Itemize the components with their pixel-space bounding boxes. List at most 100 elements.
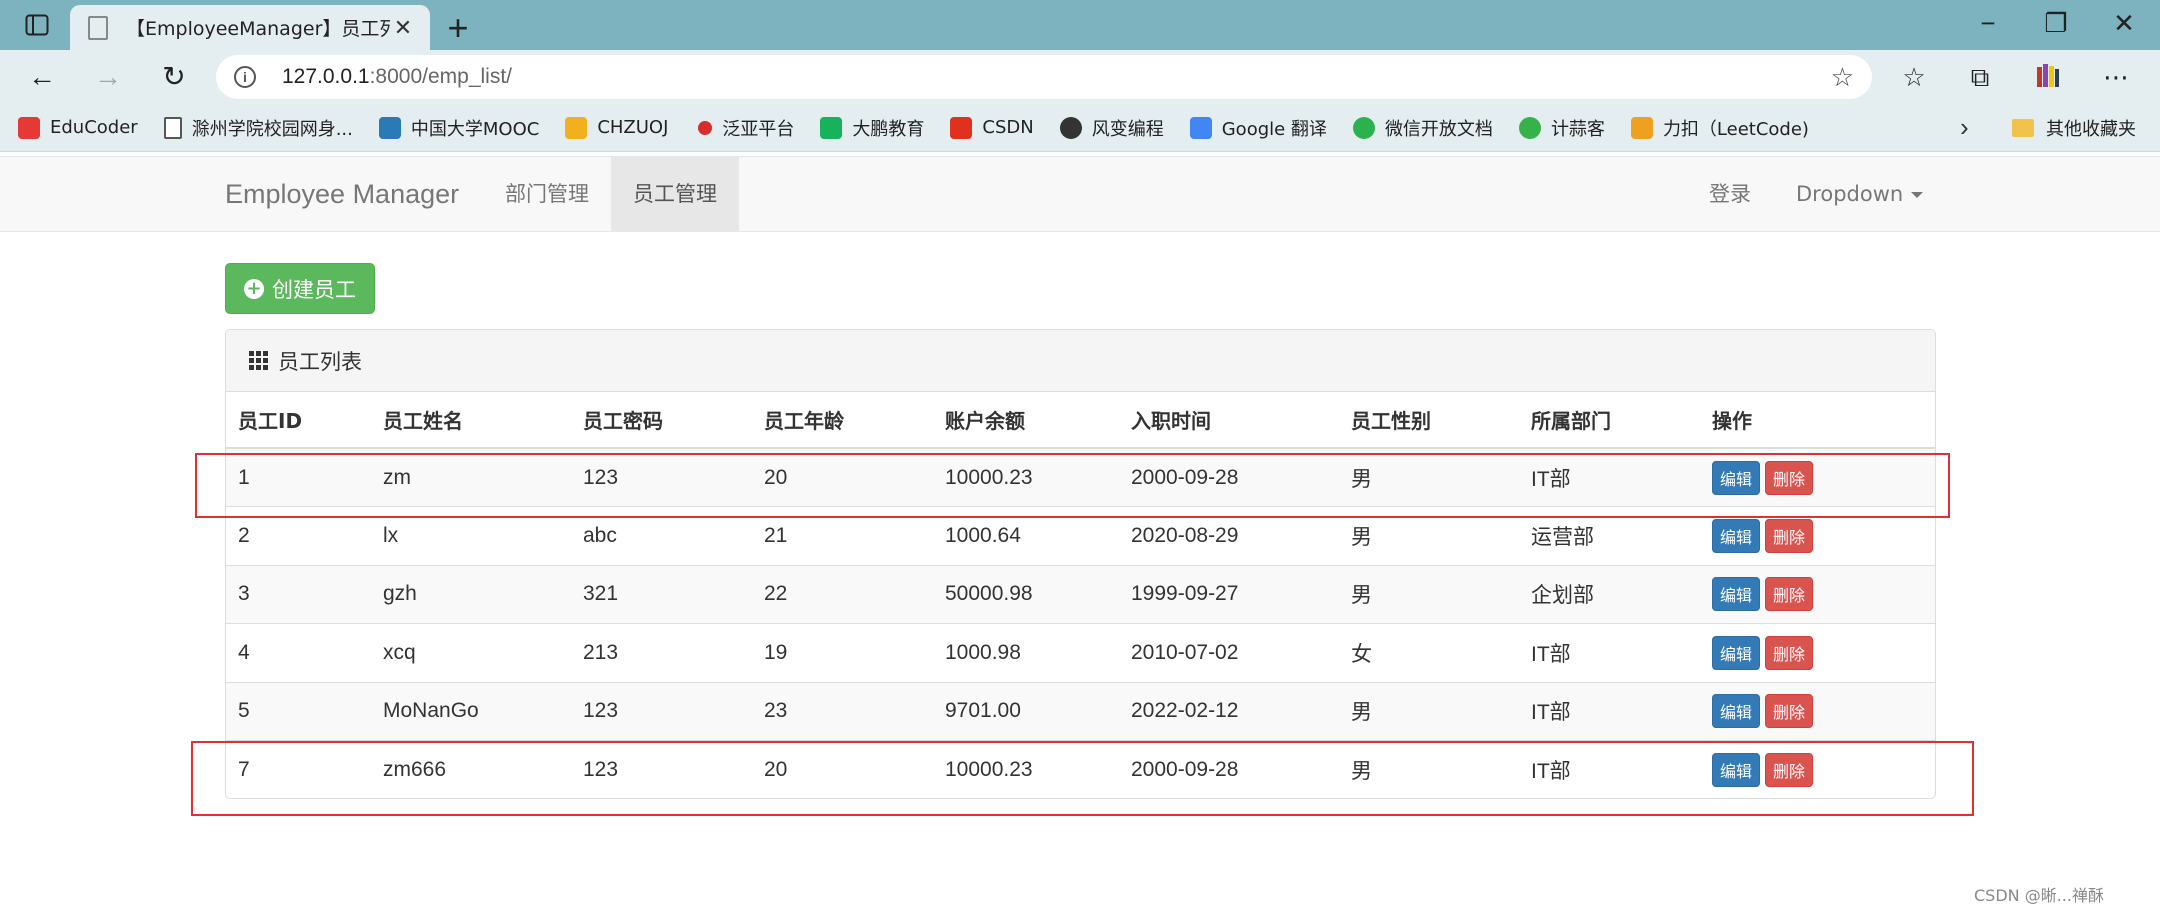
- employee-list-panel: 员工列表 员工ID 员工姓名 员工密码 员工年龄 账户余额 入职时间 员工性别 …: [225, 329, 1936, 799]
- header-actions: 操作: [1700, 392, 1935, 449]
- delete-button[interactable]: 删除: [1765, 577, 1814, 612]
- edit-button[interactable]: 编辑: [1712, 518, 1761, 553]
- restore-button[interactable]: ❐: [2036, 8, 2076, 39]
- minimize-button[interactable]: −: [1968, 8, 2008, 39]
- cell-age: 22: [752, 564, 933, 624]
- cell-department: 企划部: [1519, 564, 1700, 624]
- navbar-brand[interactable]: Employee Manager: [225, 179, 459, 210]
- cell-department: IT部: [1519, 623, 1700, 682]
- nav-item-departments[interactable]: 部门管理: [483, 157, 611, 232]
- header-name: 员工姓名: [371, 392, 571, 449]
- highlight-box-row-1: [195, 453, 1950, 518]
- bookmark-chzuoj[interactable]: CHZUOJ: [565, 116, 668, 139]
- folder-icon: [2012, 119, 2034, 137]
- cell-id: 5: [226, 681, 371, 741]
- bookmark-educoder[interactable]: EduCoder: [18, 116, 138, 139]
- address-bar-row: ← → ↻ i 127.0.0.1:8000/emp_list/ ☆ ☆ ⧉ ⋯: [0, 50, 2160, 104]
- page-icon: [88, 15, 108, 40]
- watermark: CSDN @晰...禅酥: [1974, 886, 2104, 905]
- refresh-icon[interactable]: ↻: [156, 61, 192, 93]
- cell-actions: 编辑 删除: [1700, 681, 1935, 741]
- cell-gender: 男: [1339, 681, 1519, 741]
- plus-circle-icon: +: [244, 278, 264, 299]
- bookmark-mooc[interactable]: 中国大学MOOC: [378, 115, 539, 141]
- site-info-icon[interactable]: i: [234, 66, 256, 88]
- favorites-icon[interactable]: ☆: [1896, 61, 1932, 93]
- new-tab-button[interactable]: +: [440, 7, 476, 49]
- close-tab-icon[interactable]: ✕: [390, 15, 416, 41]
- header-password: 员工密码: [571, 392, 752, 449]
- table-row: 5 MoNanGo 123 23 9701.00 2022-02-12 男 IT…: [226, 681, 1935, 741]
- bookmark-fengbian[interactable]: 风变编程: [1059, 115, 1164, 141]
- app-navbar: Employee Manager 部门管理 员工管理 登录 Dropdown: [0, 156, 2160, 232]
- cell-age: 23: [752, 681, 933, 741]
- delete-button[interactable]: 删除: [1765, 694, 1814, 729]
- edit-button[interactable]: 编辑: [1712, 635, 1761, 670]
- header-id: 员工ID: [226, 392, 371, 449]
- nav-item-employees[interactable]: 员工管理: [611, 157, 739, 232]
- bookmark-jisuanke[interactable]: 计蒜客: [1518, 115, 1605, 141]
- other-bookmarks-folder[interactable]: 其他收藏夹: [2012, 104, 2136, 152]
- login-link[interactable]: 登录: [1687, 157, 1773, 232]
- cell-id: 4: [226, 623, 371, 682]
- cell-hire-date: 1999-09-27: [1119, 564, 1339, 624]
- more-menu-icon[interactable]: ⋯: [2098, 61, 2134, 93]
- caret-down-icon: [1911, 192, 1924, 198]
- cell-actions: 编辑 删除: [1700, 564, 1935, 624]
- header-balance: 账户余额: [933, 392, 1119, 449]
- forward-icon[interactable]: →: [90, 61, 126, 93]
- bookmark-leetcode[interactable]: 力扣（LeetCode): [1630, 115, 1809, 141]
- cell-password: 321: [571, 564, 752, 624]
- dropdown-label: Dropdown: [1796, 182, 1904, 206]
- cell-hire-date: 2022-02-12: [1119, 681, 1339, 741]
- delete-button[interactable]: 删除: [1765, 518, 1814, 553]
- highlight-box-row-7: [191, 741, 1974, 816]
- close-window-button[interactable]: ✕: [2104, 8, 2144, 39]
- bookmark-google-translate[interactable]: Google 翻译: [1189, 115, 1327, 141]
- grid-icon: [249, 351, 268, 370]
- add-favorite-icon[interactable]: ☆: [1831, 62, 1854, 93]
- tab-title: 【EmployeeManager】员工列表: [126, 18, 390, 40]
- cell-password: 123: [571, 681, 752, 741]
- cell-name: gzh: [371, 564, 571, 624]
- create-employee-button[interactable]: + 创建员工: [225, 263, 375, 314]
- cell-balance: 50000.98: [933, 564, 1119, 624]
- cell-hire-date: 2010-07-02: [1119, 623, 1339, 682]
- bookmark-fanya[interactable]: 泛亚平台: [694, 115, 794, 141]
- bookmark-csdn[interactable]: CSDN: [950, 116, 1034, 139]
- cell-password: 213: [571, 623, 752, 682]
- back-icon[interactable]: ←: [24, 61, 60, 93]
- cell-gender: 女: [1339, 623, 1519, 682]
- table-row: 4 xcq 213 19 1000.98 2010-07-02 女 IT部 编辑…: [226, 623, 1935, 682]
- header-gender: 员工性别: [1339, 392, 1519, 449]
- chevron-right-icon[interactable]: ›: [1960, 112, 1969, 143]
- cell-age: 19: [752, 623, 933, 682]
- bookmark-dapeng[interactable]: 大鹏教育: [820, 115, 924, 141]
- cell-balance: 9701.00: [933, 681, 1119, 741]
- extension-icon[interactable]: [2030, 61, 2066, 93]
- cell-department: IT部: [1519, 681, 1700, 741]
- delete-button[interactable]: 删除: [1765, 635, 1814, 670]
- cell-name: MoNanGo: [371, 681, 571, 741]
- bookmarks-bar: EduCoder 滁州学院校园网身... 中国大学MOOC CHZUOJ 泛亚平…: [0, 104, 2160, 152]
- collections-icon[interactable]: ⧉: [1962, 61, 1998, 93]
- browser-tab[interactable]: 【EmployeeManager】员工列表 ✕: [70, 5, 430, 50]
- header-hire-date: 入职时间: [1119, 392, 1339, 449]
- edit-button[interactable]: 编辑: [1712, 694, 1761, 729]
- bookmark-campus-net[interactable]: 滁州学院校园网身...: [163, 115, 353, 141]
- tab-actions-icon[interactable]: [20, 11, 54, 39]
- create-employee-label: 创建员工: [272, 277, 356, 302]
- cell-actions: 编辑 删除: [1700, 623, 1935, 682]
- url-text: 127.0.0.1:8000/emp_list/: [282, 65, 513, 88]
- bookmark-wechat-docs[interactable]: 微信开放文档: [1352, 115, 1493, 141]
- header-department: 所属部门: [1519, 392, 1700, 449]
- dropdown-toggle[interactable]: Dropdown: [1774, 157, 1945, 232]
- cell-name: xcq: [371, 623, 571, 682]
- edit-button[interactable]: 编辑: [1712, 577, 1761, 612]
- table-header-row: 员工ID 员工姓名 员工密码 员工年龄 账户余额 入职时间 员工性别 所属部门 …: [226, 392, 1935, 449]
- cell-balance: 1000.98: [933, 623, 1119, 682]
- cell-id: 3: [226, 564, 371, 624]
- browser-tab-bar: 【EmployeeManager】员工列表 ✕ + − ❐ ✕: [0, 0, 2160, 50]
- address-input[interactable]: i 127.0.0.1:8000/emp_list/ ☆: [216, 55, 1872, 99]
- header-age: 员工年龄: [752, 392, 933, 449]
